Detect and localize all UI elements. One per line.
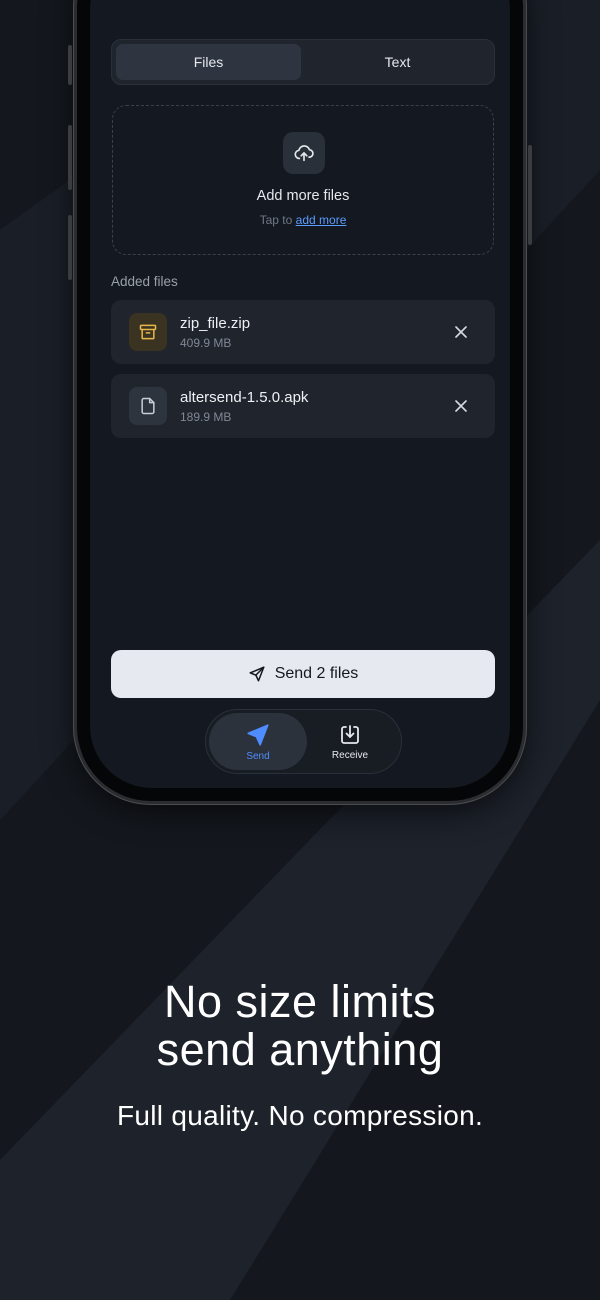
phone-mute-switch — [68, 45, 72, 85]
file-icon — [141, 397, 155, 415]
file-name: altersend-1.5.0.apk — [180, 389, 309, 406]
dropzone-hint-prefix: Tap to — [259, 213, 293, 227]
phone-volume-up — [68, 125, 72, 190]
file-card: zip_file.zip 409.9 MB — [111, 300, 495, 364]
send-icon — [247, 723, 269, 746]
file-icon-container — [129, 387, 167, 425]
marketing-subline: Full quality. No compression. — [116, 1100, 484, 1131]
file-name: zip_file.zip — [180, 315, 251, 332]
bottom-nav: Send Receive — [205, 709, 402, 774]
file-icon-container — [129, 313, 167, 351]
remove-file-button[interactable] — [453, 324, 469, 340]
cloud-upload-icon — [294, 145, 314, 162]
nav-receive[interactable]: Receive — [301, 713, 399, 770]
add-more-link[interactable]: add more — [296, 213, 347, 227]
marketing-headline: No size limits send anything — [0, 978, 600, 1074]
add-files-dropzone[interactable]: Add more files Tap to add more — [112, 105, 494, 255]
close-icon — [455, 400, 467, 412]
added-files-label: Added files — [111, 274, 178, 289]
upload-icon-container — [283, 132, 325, 174]
phone-bezel: Files Text Add more files Tap to add mor… — [77, 0, 523, 801]
headline-line-2: send anything — [156, 1024, 444, 1075]
file-card: altersend-1.5.0.apk 189.9 MB — [111, 374, 495, 438]
remove-file-button[interactable] — [453, 398, 469, 414]
headline-line-1: No size limits — [163, 976, 437, 1027]
tab-text[interactable]: Text — [305, 44, 490, 80]
file-size: 189.9 MB — [180, 410, 232, 424]
nav-send[interactable]: Send — [209, 713, 307, 770]
nav-send-label: Send — [246, 750, 270, 762]
dropzone-hint: Tap to add more — [113, 213, 493, 227]
app-screen: Files Text Add more files Tap to add mor… — [90, 0, 510, 788]
nav-receive-label: Receive — [331, 749, 369, 761]
phone-power-button — [528, 145, 532, 245]
close-icon — [455, 326, 467, 338]
tab-switcher: Files Text — [111, 39, 495, 85]
file-size: 409.9 MB — [180, 336, 232, 350]
tab-files[interactable]: Files — [116, 44, 301, 80]
archive-icon — [139, 324, 157, 340]
phone-frame: Files Text Add more files Tap to add mor… — [73, 0, 527, 805]
send-files-button[interactable]: Send 2 files — [111, 650, 495, 698]
send-icon — [249, 666, 265, 682]
dropzone-title: Add more files — [256, 188, 350, 204]
phone-volume-down — [68, 215, 72, 280]
download-icon — [341, 724, 359, 744]
send-button-label: Send 2 files — [274, 665, 359, 682]
